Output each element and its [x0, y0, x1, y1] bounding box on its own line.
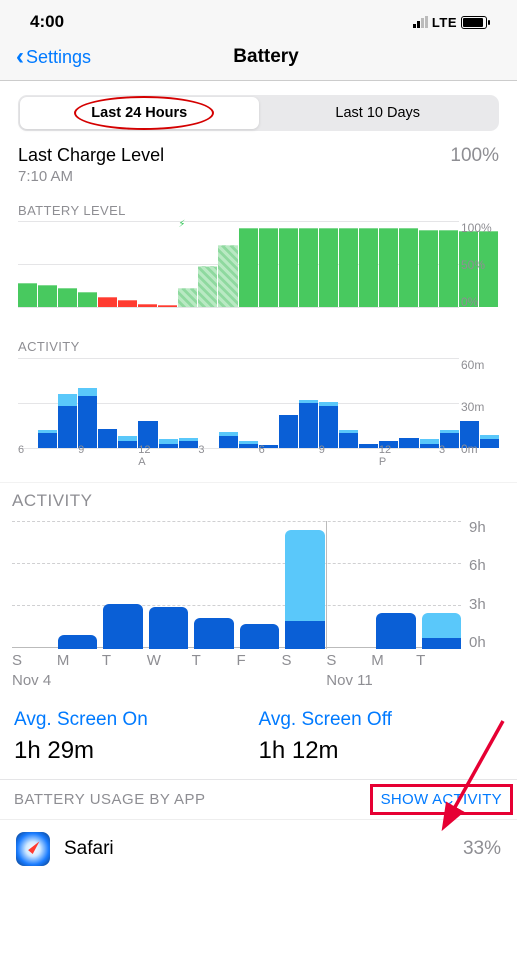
activity-10d-chart: 9h 6h 3h 0h SMTWTFSSMT Nov 4 Nov 11: [0, 515, 517, 685]
usage-by-app-label: BATTERY USAGE BY APP: [14, 791, 205, 808]
last-charge-time: 7:10 AM: [18, 168, 164, 185]
nav-bar: ‹ Settings Battery: [0, 36, 517, 80]
avg-screen-on-value: 1h 29m: [14, 737, 259, 765]
last-charge-title: Last Charge Level: [18, 145, 164, 166]
activity-24h-chart: 6912 A36912 P3 60m 30m 0m: [18, 358, 499, 468]
screenshot-10d: ACTIVITY 9h 6h 3h 0h SMTWTFSSMT Nov 4 No…: [0, 482, 517, 878]
content-24h: Last 24 Hours Last 10 Days Last Charge L…: [0, 81, 517, 476]
battery-level-chart: 100% 50% 0% ⚡︎: [18, 221, 499, 321]
date-start: Nov 4: [12, 672, 51, 689]
annotation-circle: [74, 96, 214, 130]
activity-10d-label: ACTIVITY: [0, 489, 517, 515]
ytick: 9h: [469, 519, 509, 536]
chevron-left-icon: ‹: [16, 48, 24, 66]
last-charge-percent: 100%: [450, 145, 499, 167]
tab-last-10-days[interactable]: Last 10 Days: [259, 97, 498, 129]
averages-row: Avg. Screen On 1h 29m Avg. Screen Off 1h…: [0, 685, 517, 779]
status-time: 4:00: [30, 12, 64, 32]
battery-level-label: BATTERY LEVEL: [18, 203, 499, 218]
safari-icon: [16, 832, 50, 866]
avg-screen-on-label: Avg. Screen On: [14, 709, 259, 731]
ytick: 60m: [461, 358, 499, 372]
ytick: 100%: [461, 221, 499, 235]
app-row-safari[interactable]: Safari 33%: [0, 819, 517, 878]
activity-24h-label: ACTIVITY: [18, 339, 499, 354]
battery-icon: [461, 16, 487, 29]
ytick: 0h: [469, 634, 509, 651]
ytick: 0m: [461, 442, 499, 456]
avg-screen-off-value: 1h 12m: [259, 737, 504, 765]
annotation-rectangle: SHOW ACTIVITY: [370, 784, 513, 815]
show-activity-button[interactable]: SHOW ACTIVITY: [381, 791, 502, 808]
ytick: 3h: [469, 596, 509, 613]
signal-icon: [413, 16, 428, 28]
ytick: 30m: [461, 400, 499, 414]
app-name: Safari: [64, 838, 449, 860]
network-label: LTE: [432, 15, 457, 30]
ytick: 0%: [461, 295, 499, 309]
status-bar: 4:00 LTE: [0, 0, 517, 36]
usage-by-app-header: BATTERY USAGE BY APP SHOW ACTIVITY: [0, 779, 517, 819]
app-percent: 33%: [463, 838, 501, 860]
last-charge-row: Last Charge Level 7:10 AM 100%: [18, 145, 499, 185]
page-title: Battery: [31, 46, 501, 68]
date-mid: Nov 11: [326, 672, 372, 689]
avg-screen-off-label: Avg. Screen Off: [259, 709, 504, 731]
ytick: 50%: [461, 258, 499, 272]
ytick: 6h: [469, 557, 509, 574]
screenshot-24h: 4:00 LTE ‹ Settings Battery: [0, 0, 517, 81]
